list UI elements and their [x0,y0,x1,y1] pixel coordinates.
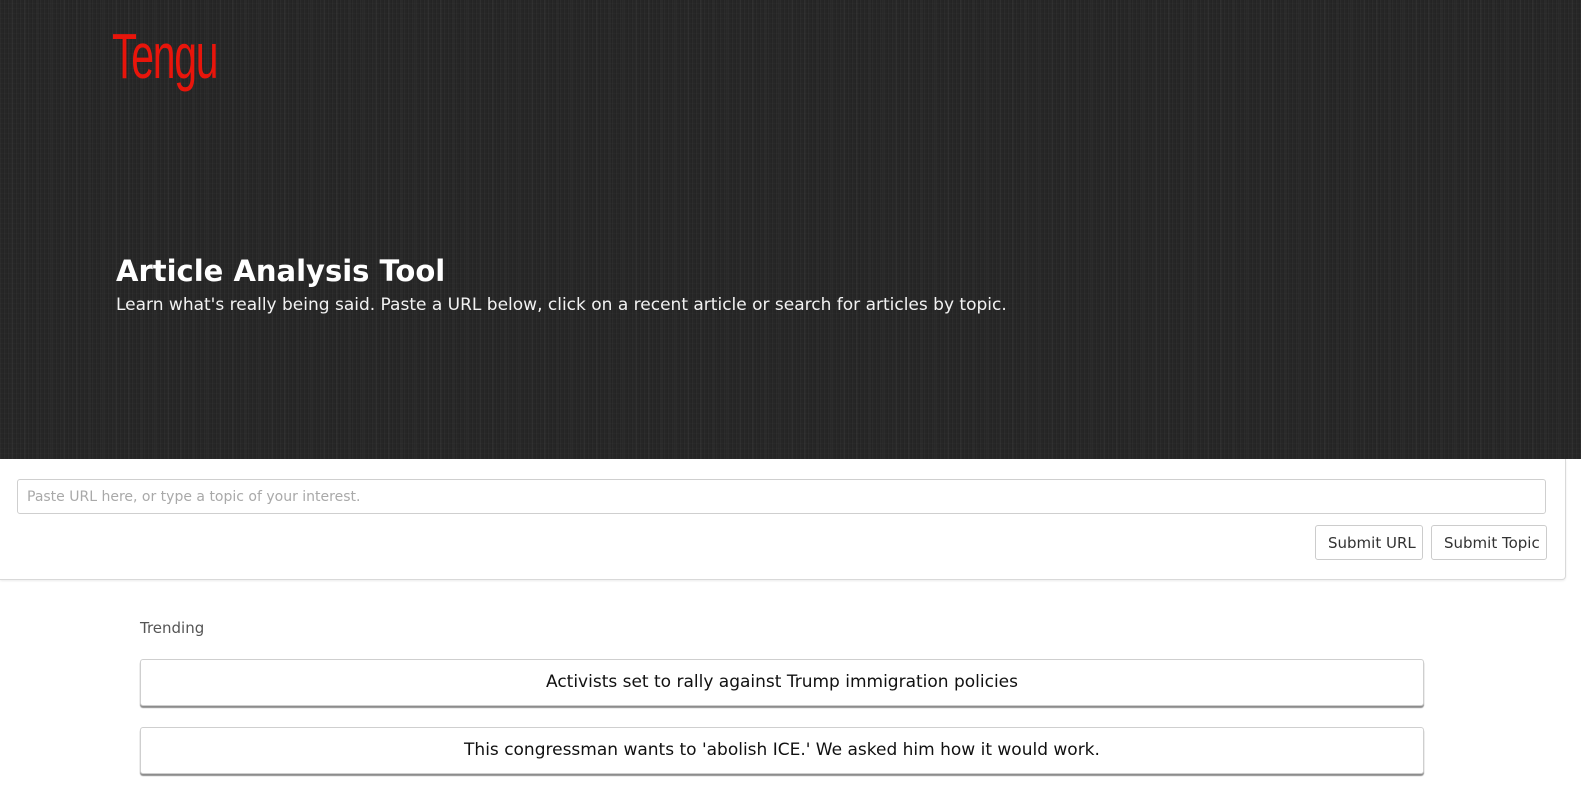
search-panel: Submit URL Submit Topic [0,459,1566,580]
hero-banner: Tengu Article Analysis Tool Learn what's… [0,0,1581,459]
trending-article[interactable]: Activists set to rally against Trump imm… [140,659,1424,706]
trending-heading: Trending [140,619,205,637]
trending-article[interactable]: This congressman wants to 'abolish ICE.'… [140,727,1424,774]
submit-topic-button[interactable]: Submit Topic [1431,525,1547,560]
search-input[interactable] [17,479,1546,514]
tengu-logo[interactable]: Tengu [112,16,218,96]
submit-url-button[interactable]: Submit URL [1315,525,1423,560]
page-title: Article Analysis Tool [116,254,446,288]
page-subtitle: Learn what's really being said. Paste a … [116,295,1007,315]
